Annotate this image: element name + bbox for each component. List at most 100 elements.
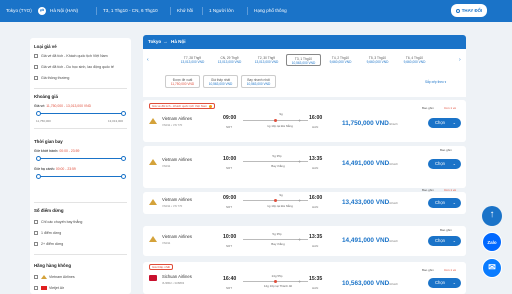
flight-card[interactable]: Giá vé đã tích - khách quốc tịch Việt Na… bbox=[143, 100, 466, 142]
fare-badge: Giá thấp nhất bbox=[149, 264, 174, 270]
arrival-slider-max-handle[interactable] bbox=[121, 174, 126, 179]
price-range-label: Giá vé: 11,750,000 - 13,013,000 VND bbox=[34, 104, 92, 108]
messenger-chat-button[interactable]: ✉ bbox=[482, 258, 502, 278]
stops-option: 2+ điểm dừng bbox=[41, 242, 64, 246]
arrival-time-label: Giờ hạ cánh: 00:00 - 23:59 bbox=[34, 167, 76, 171]
cabin-field[interactable]: Hạng phổ thông bbox=[254, 6, 287, 16]
plane-icon: ✈ bbox=[298, 278, 302, 284]
stops-checkbox[interactable] bbox=[34, 231, 38, 235]
flight-price: 14,491,000 VND/khách bbox=[342, 160, 399, 167]
departure-slider-max-handle[interactable] bbox=[121, 156, 126, 161]
arrival-slider-track[interactable] bbox=[38, 176, 126, 178]
choose-flight-button[interactable]: Chọn ⌄ bbox=[428, 236, 461, 246]
plane-icon: ✈ bbox=[298, 117, 302, 123]
departure-slider-min-handle[interactable] bbox=[36, 156, 41, 161]
stop-dot bbox=[274, 118, 277, 122]
date-tab[interactable]: T5, 3 Thg10 9,660,000 VND bbox=[360, 54, 395, 66]
date-tab-selected[interactable]: T3, 1 Thg10 10,563,000 VND bbox=[286, 54, 321, 66]
date-tab[interactable]: T2, 30 Thg9 13,013,000 VND bbox=[249, 54, 284, 66]
chevron-down-icon: ⌄ bbox=[452, 238, 456, 243]
arrival-airport: HAN bbox=[312, 205, 319, 209]
arrival-airport: HAN bbox=[312, 166, 319, 170]
price-range-title: Khoảng giá bbox=[34, 94, 58, 99]
seats-left-tag: Còn 1 vé bbox=[444, 106, 457, 110]
seats-left-tag: Còn 1 vé bbox=[444, 188, 457, 192]
sort-fastest[interactable]: Bay nhanh nhất 10,563,000 VND bbox=[241, 75, 276, 88]
sort-cheapest[interactable]: Giá thấp nhất 10,563,000 VND bbox=[203, 75, 238, 88]
airlines-title: Hãng hàng không bbox=[34, 263, 72, 268]
divider bbox=[34, 88, 127, 89]
price-slider-max-handle[interactable] bbox=[121, 111, 126, 116]
passengers-field[interactable]: 1 Người lớn bbox=[209, 6, 234, 16]
scroll-to-top-button[interactable]: ↑ bbox=[482, 206, 502, 226]
choose-flight-button[interactable]: Chọn ⌄ bbox=[428, 198, 461, 208]
plane-icon: ✈ bbox=[298, 236, 302, 242]
stops-option: 1 điểm dừng bbox=[41, 231, 62, 235]
trip-type-field[interactable]: Khứ hồi bbox=[177, 6, 193, 16]
arrival-slider-min-handle[interactable] bbox=[36, 174, 41, 179]
chevron-down-icon: ⌄ bbox=[452, 161, 456, 166]
arrival-airport: HAN bbox=[312, 125, 319, 129]
flight-card[interactable]: Vietnam Airlines VN311 10:00 NRT 5g 35p … bbox=[143, 146, 466, 188]
arrival-airport: HAN bbox=[312, 286, 319, 290]
ticket-type-checkbox[interactable] bbox=[34, 65, 38, 69]
sort-more-dropdown[interactable]: Sắp xếp theo ▾ bbox=[425, 80, 446, 84]
airline-checkbox[interactable] bbox=[34, 275, 38, 279]
price-max-label: 13,013,000 bbox=[108, 119, 124, 123]
swap-icon[interactable]: ⇄ bbox=[38, 7, 46, 15]
zalo-chat-button[interactable]: Zalo bbox=[482, 232, 502, 252]
airline-checkbox[interactable] bbox=[34, 286, 38, 290]
stops-checkbox[interactable] bbox=[34, 220, 38, 224]
sichuan-airlines-logo-icon bbox=[149, 275, 157, 281]
price-slider-track[interactable] bbox=[38, 113, 126, 115]
price-range-value: 11,750,000 - 13,013,000 VND bbox=[46, 104, 92, 108]
stopover-info: Bay thẳng bbox=[271, 242, 285, 246]
choose-flight-button[interactable]: Chọn ⌄ bbox=[428, 118, 461, 128]
messenger-icon: ✉ bbox=[488, 262, 496, 272]
flight-price: 10,563,000 VND/khách bbox=[342, 280, 399, 287]
choose-flight-button[interactable]: Chọn ⌄ bbox=[428, 278, 461, 288]
price-slider-min-handle[interactable] bbox=[36, 111, 41, 116]
arrow-up-icon: ↑ bbox=[489, 209, 495, 220]
divider bbox=[96, 7, 97, 15]
ticket-type-checkbox[interactable] bbox=[34, 76, 38, 80]
chevron-down-icon: ⌄ bbox=[452, 120, 456, 125]
stops-title: Số điểm dừng bbox=[34, 208, 64, 213]
origin-field[interactable]: Tokyo (TYO) bbox=[6, 6, 32, 16]
date-tab[interactable]: CN, 29 Thg9 13,013,000 VND bbox=[212, 54, 247, 66]
duration: 5g 35p bbox=[272, 154, 282, 158]
flight-card[interactable]: Vietnam Airlines VN311 • VN 770 09:00 NR… bbox=[143, 188, 466, 214]
baggage-included-tag: Bao gồm bbox=[422, 106, 435, 110]
departure-airport: NRT bbox=[226, 166, 233, 170]
flight-code: VN311 bbox=[162, 164, 171, 168]
airline-name: Sichuan Airlines bbox=[162, 274, 192, 279]
flight-code: 3U3802 • 3U8893 bbox=[162, 281, 185, 285]
duration: 9g bbox=[279, 112, 283, 116]
change-search-button[interactable]: THAY ĐỔI bbox=[451, 4, 487, 17]
divider bbox=[34, 128, 127, 129]
choose-flight-button[interactable]: Chọn ⌄ bbox=[428, 159, 461, 169]
flight-price: 11,750,000 VND/khách bbox=[342, 120, 398, 127]
date-tab[interactable]: T6, 4 Thg10 9,660,000 VND bbox=[397, 54, 432, 66]
departure-airport: NRT bbox=[226, 244, 233, 248]
flight-price: 13,433,000 VND/khách bbox=[342, 199, 399, 206]
baggage-included-tag: Bao gồm bbox=[422, 188, 435, 192]
ticket-type-checkbox[interactable] bbox=[34, 54, 38, 58]
chevron-left-icon[interactable]: ‹ bbox=[147, 57, 149, 63]
sort-recommended[interactable]: Được đề xuất 11,750,000 VND bbox=[165, 75, 200, 88]
date-tab[interactable]: T7, 28 Thg9 13,013,000 VND bbox=[175, 54, 210, 66]
flight-card[interactable]: Giá thấp nhất Sichuan Airlines 3U3802 • … bbox=[143, 262, 466, 294]
divider bbox=[247, 7, 248, 15]
chevron-right-icon[interactable]: › bbox=[459, 57, 461, 63]
departure-slider-track[interactable] bbox=[38, 158, 126, 160]
duration: 9g bbox=[279, 193, 283, 197]
vietnam-airlines-logo-icon bbox=[41, 275, 47, 279]
destination-field[interactable]: Hà Nội (HAN) bbox=[50, 6, 78, 16]
departure-time: 09:00 bbox=[223, 115, 237, 121]
stops-checkbox[interactable] bbox=[34, 242, 38, 246]
duration: 5g 35p bbox=[272, 232, 282, 236]
date-tab[interactable]: T4, 2 Thg10 9,660,000 VND bbox=[323, 54, 358, 66]
flight-card[interactable]: Vietnam Airlines VN311 10:00 NRT 5g 35p … bbox=[143, 226, 466, 256]
dates-field[interactable]: T3, 1 Thg10 - CN, 6 Thg10 bbox=[103, 6, 158, 16]
vietnam-airlines-logo-icon bbox=[149, 159, 157, 165]
